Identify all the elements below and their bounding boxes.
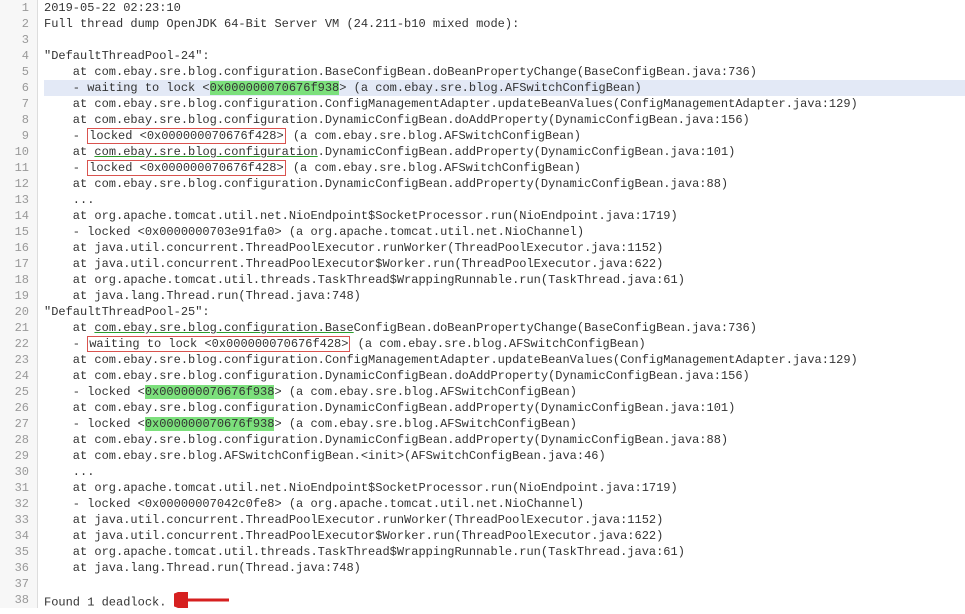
code-line (44, 576, 965, 592)
line-number: 2 (0, 16, 29, 32)
code-line: "DefaultThreadPool-24": (44, 48, 965, 64)
code-line: - locked <0x000000070676f938> (a com.eba… (44, 416, 965, 432)
code-line: at com.ebay.sre.blog.configuration.Dynam… (44, 400, 965, 416)
code-line: at com.ebay.sre.blog.configuration.BaseC… (44, 64, 965, 80)
annotation-arrow-icon (174, 592, 234, 608)
line-number: 33 (0, 512, 29, 528)
line-number: 16 (0, 240, 29, 256)
line-number: 4 (0, 48, 29, 64)
code-line: at com.ebay.sre.blog.configuration.Confi… (44, 96, 965, 112)
line-number: 6 (0, 80, 29, 96)
code-line: at java.util.concurrent.ThreadPoolExecut… (44, 512, 965, 528)
code-line: - locked <0x0000000703e91fa0> (a org.apa… (44, 224, 965, 240)
line-number: 8 (0, 112, 29, 128)
code-line: at com.ebay.sre.blog.configuration.Confi… (44, 352, 965, 368)
line-number: 24 (0, 368, 29, 384)
line-number: 15 (0, 224, 29, 240)
line-number: 3 (0, 32, 29, 48)
line-number: 26 (0, 400, 29, 416)
line-number: 28 (0, 432, 29, 448)
underlined-package: com.ebay.sre.blog.configuration.Base (94, 321, 353, 335)
code-line: at com.ebay.sre.blog.configuration.Dynam… (44, 368, 965, 384)
line-number: 17 (0, 256, 29, 272)
code-line: at org.apache.tomcat.util.net.NioEndpoin… (44, 208, 965, 224)
line-number: 11 (0, 160, 29, 176)
line-number: 34 (0, 528, 29, 544)
code-line: at java.util.concurrent.ThreadPoolExecut… (44, 256, 965, 272)
line-number: 12 (0, 176, 29, 192)
line-number: 10 (0, 144, 29, 160)
line-number: 31 (0, 480, 29, 496)
code-line: at com.ebay.sre.blog.configuration.Dynam… (44, 144, 965, 160)
line-number-gutter: 1234567891011121314151617181920212223242… (0, 0, 38, 608)
code-line: - waiting to lock <0x000000070676f428> (… (44, 336, 965, 352)
highlighted-lock-red: locked <0x000000070676f428> (87, 160, 285, 176)
highlighted-address-green: 0x000000070676f938 (210, 81, 340, 95)
line-number: 35 (0, 544, 29, 560)
code-line: ... (44, 192, 965, 208)
code-line: at org.apache.tomcat.util.threads.TaskTh… (44, 544, 965, 560)
line-number: 18 (0, 272, 29, 288)
code-line: - locked <0x000000070676f428> (a com.eba… (44, 160, 965, 176)
code-line: at java.lang.Thread.run(Thread.java:748) (44, 288, 965, 304)
code-line: at java.util.concurrent.ThreadPoolExecut… (44, 528, 965, 544)
code-line: ... (44, 464, 965, 480)
code-line: at java.lang.Thread.run(Thread.java:748) (44, 560, 965, 576)
line-number: 13 (0, 192, 29, 208)
code-line: - locked <0x000000070676f938> (a com.eba… (44, 384, 965, 400)
line-number: 20 (0, 304, 29, 320)
line-number: 23 (0, 352, 29, 368)
highlighted-lock-red: locked <0x000000070676f428> (87, 128, 285, 144)
line-number: 22 (0, 336, 29, 352)
code-line: - waiting to lock <0x000000070676f938> (… (44, 80, 965, 96)
line-number: 19 (0, 288, 29, 304)
line-number: 37 (0, 576, 29, 592)
code-line: "DefaultThreadPool-25": (44, 304, 965, 320)
line-number: 38 (0, 592, 29, 608)
code-editor: 1234567891011121314151617181920212223242… (0, 0, 965, 608)
line-number: 27 (0, 416, 29, 432)
code-line: at com.ebay.sre.blog.configuration.Dynam… (44, 432, 965, 448)
code-line: at java.util.concurrent.ThreadPoolExecut… (44, 240, 965, 256)
highlighted-lock-red: waiting to lock <0x000000070676f428> (87, 336, 350, 352)
code-line: at org.apache.tomcat.util.net.NioEndpoin… (44, 480, 965, 496)
code-line (44, 32, 965, 48)
highlighted-address-green: 0x000000070676f938 (145, 417, 275, 431)
line-number: 5 (0, 64, 29, 80)
line-number: 21 (0, 320, 29, 336)
line-number: 32 (0, 496, 29, 512)
line-number: 30 (0, 464, 29, 480)
code-line: at com.ebay.sre.blog.configuration.BaseC… (44, 320, 965, 336)
code-line: at com.ebay.sre.blog.AFSwitchConfigBean.… (44, 448, 965, 464)
line-number: 25 (0, 384, 29, 400)
code-line: at com.ebay.sre.blog.configuration.Dynam… (44, 176, 965, 192)
line-number: 7 (0, 96, 29, 112)
code-line: at org.apache.tomcat.util.threads.TaskTh… (44, 272, 965, 288)
code-line: - locked <0x00000007042c0fe8> (a org.apa… (44, 496, 965, 512)
line-number: 9 (0, 128, 29, 144)
highlighted-address-green: 0x000000070676f938 (145, 385, 275, 399)
code-content[interactable]: 2019-05-22 02:23:10Full thread dump Open… (38, 0, 965, 608)
code-line: 2019-05-22 02:23:10 (44, 0, 965, 16)
line-number: 36 (0, 560, 29, 576)
code-line: at com.ebay.sre.blog.configuration.Dynam… (44, 112, 965, 128)
code-line: Found 1 deadlock. (44, 592, 965, 608)
code-line: Full thread dump OpenJDK 64-Bit Server V… (44, 16, 965, 32)
line-number: 1 (0, 0, 29, 16)
line-number: 14 (0, 208, 29, 224)
line-number: 29 (0, 448, 29, 464)
code-line: - locked <0x000000070676f428> (a com.eba… (44, 128, 965, 144)
underlined-package: com.ebay.sre.blog.configuration (94, 145, 317, 159)
